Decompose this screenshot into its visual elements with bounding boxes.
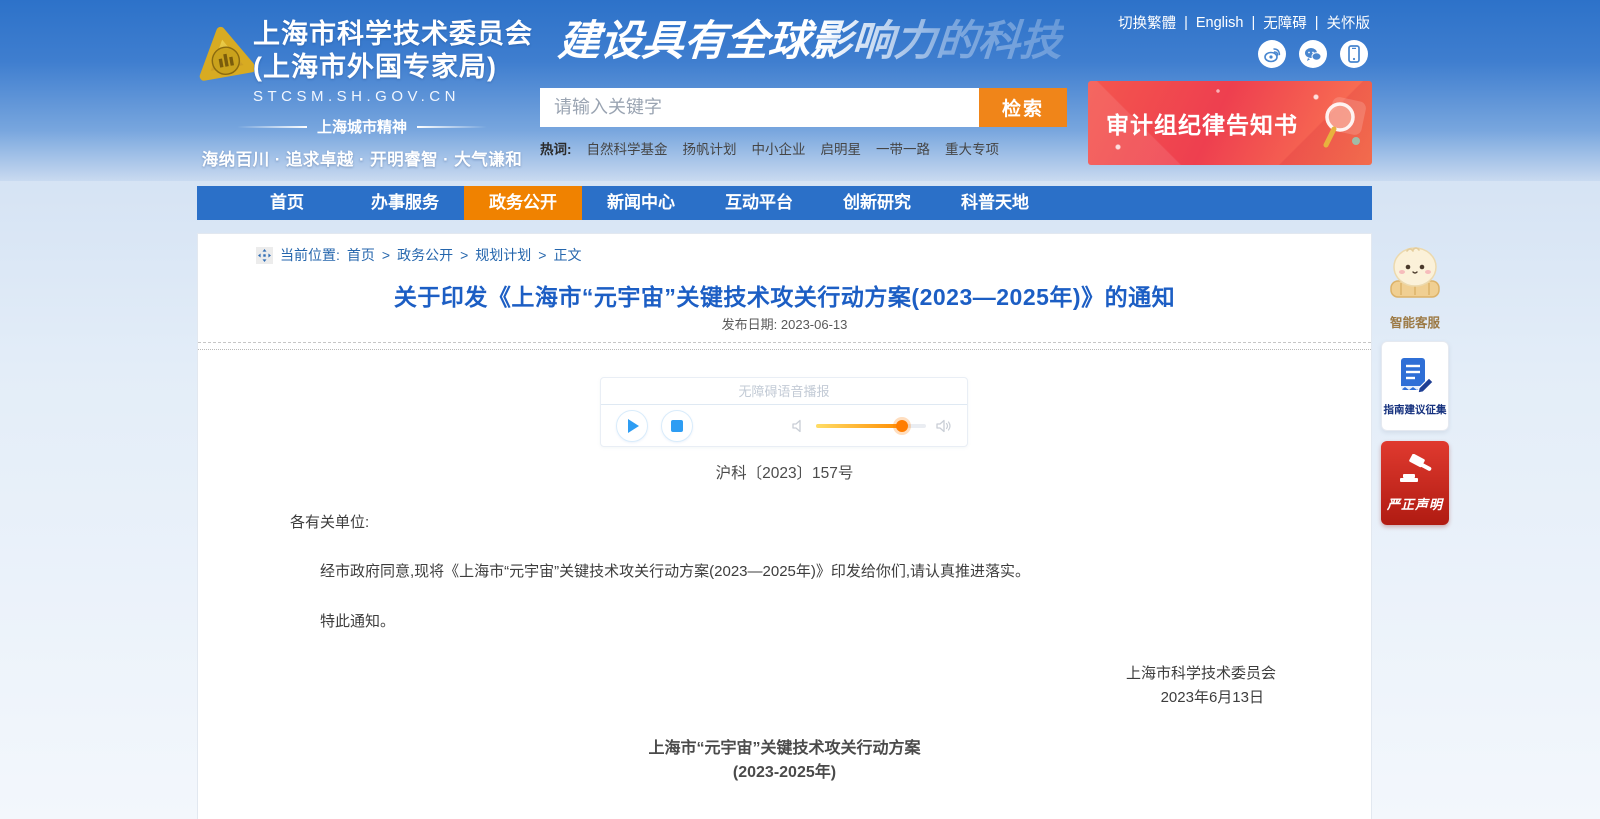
breadcrumb: 当前位置: 首页 > 政务公开 > 规划计划 > 正文 bbox=[256, 245, 581, 265]
social-icons bbox=[1258, 40, 1368, 68]
magnifier-icon bbox=[1304, 93, 1366, 155]
volume-loud-icon[interactable] bbox=[936, 419, 952, 433]
floating-sidebar: 智能客服 指南建议征集 严正声明 bbox=[1377, 243, 1453, 525]
publish-date-value: 2023-06-13 bbox=[781, 317, 848, 332]
paragraph-main: 经市政府同意,现将《上海市“元宇宙”关键技术攻关行动方案(2023—2025年)… bbox=[290, 560, 1283, 584]
site-header: 上海市科学技术委员会 (上海市外国专家局) STCSM.SH.GOV.CN 上海… bbox=[0, 0, 1600, 181]
content-panel: 当前位置: 首页 > 政务公开 > 规划计划 > 正文 关于印发《上海市“元宇宙… bbox=[197, 233, 1372, 819]
wechat-icon[interactable] bbox=[1299, 40, 1327, 68]
search-input[interactable] bbox=[540, 88, 979, 127]
breadcrumb-sep: > bbox=[538, 247, 546, 263]
separator-dotted bbox=[198, 349, 1371, 350]
smart-service-label: 智能客服 bbox=[1377, 312, 1453, 331]
org-name-line1: 上海市科学技术委员会 bbox=[253, 18, 533, 51]
hot-words-label: 热词: bbox=[540, 138, 572, 158]
play-button[interactable] bbox=[616, 410, 648, 442]
city-spirit-motto: 海纳百川 · 追求卓越 · 开明睿智 · 大气谦和 bbox=[196, 146, 528, 170]
agency-logo bbox=[196, 26, 254, 86]
breadcrumb-home[interactable]: 首页 bbox=[347, 245, 375, 265]
link-accessibility[interactable]: 无障碍 bbox=[1263, 12, 1307, 33]
publish-date-label: 发布日期: bbox=[722, 317, 778, 332]
link-care-version[interactable]: 关怀版 bbox=[1327, 12, 1371, 33]
attachment-title-line1: 上海市“元宇宙”关键技术攻关行动方案 bbox=[198, 734, 1371, 758]
nav-item-innovation[interactable]: 创新研究 bbox=[818, 186, 936, 220]
weibo-icon[interactable] bbox=[1258, 40, 1286, 68]
link-english[interactable]: English bbox=[1196, 15, 1244, 31]
solemn-statement-label: 严正声明 bbox=[1387, 494, 1443, 513]
nav-item-home[interactable]: 首页 bbox=[228, 186, 346, 220]
hot-word-3[interactable]: 中小企业 bbox=[752, 138, 806, 158]
breadcrumb-article: 正文 bbox=[553, 245, 581, 265]
calligraphy-slogan: 建设具有全球影响力的科技创新中心 bbox=[556, 12, 1065, 74]
gavel-icon bbox=[1396, 454, 1434, 488]
breadcrumb-planning[interactable]: 规划计划 bbox=[475, 245, 531, 265]
divider: | bbox=[1315, 15, 1319, 31]
signature-date: 2023年6月13日 bbox=[1161, 686, 1264, 707]
divider: | bbox=[1184, 15, 1188, 31]
mobile-icon[interactable] bbox=[1340, 40, 1368, 68]
location-move-icon bbox=[256, 247, 273, 264]
nav-item-news[interactable]: 新闻中心 bbox=[582, 186, 700, 220]
search-module: 检索 热词: 自然科学基金 扬帆计划 中小企业 启明星 一带一路 重大专项 bbox=[540, 88, 1067, 158]
separator-dashed bbox=[198, 342, 1371, 343]
volume-thumb[interactable] bbox=[896, 420, 908, 432]
rule-right bbox=[417, 126, 487, 128]
divider: | bbox=[1251, 15, 1255, 31]
nav-item-interaction[interactable]: 互动平台 bbox=[700, 186, 818, 220]
document-pen-icon bbox=[1397, 356, 1433, 396]
main-nav: 首页 办事服务 政务公开 新闻中心 互动平台 创新研究 科普天地 bbox=[197, 186, 1372, 220]
stop-button[interactable] bbox=[661, 410, 693, 442]
hot-word-5[interactable]: 一带一路 bbox=[876, 138, 930, 158]
publish-date: 发布日期: 2023-06-13 bbox=[198, 314, 1371, 333]
smart-service-widget[interactable]: 智能客服 bbox=[1377, 243, 1453, 331]
breadcrumb-gov-disclosure[interactable]: 政务公开 bbox=[397, 245, 453, 265]
audio-player-title: 无障碍语音播报 bbox=[601, 378, 967, 405]
volume-group bbox=[792, 419, 952, 433]
org-title-block: 上海市科学技术委员会 (上海市外国专家局) STCSM.SH.GOV.CN bbox=[253, 18, 533, 105]
guide-suggestion-widget[interactable]: 指南建议征集 bbox=[1381, 341, 1449, 431]
breadcrumb-label: 当前位置: bbox=[280, 245, 340, 265]
audio-player: 无障碍语音播报 bbox=[600, 377, 968, 447]
breadcrumb-sep: > bbox=[382, 247, 390, 263]
city-spirit-block: 上海城市精神 海纳百川 · 追求卓越 · 开明睿智 · 大气谦和 bbox=[196, 116, 528, 170]
hot-word-1[interactable]: 自然科学基金 bbox=[587, 138, 668, 158]
link-traditional-chinese[interactable]: 切换繁體 bbox=[1118, 12, 1176, 33]
volume-slider[interactable] bbox=[816, 424, 926, 428]
breadcrumb-sep: > bbox=[460, 247, 468, 263]
audit-notice-banner[interactable]: 审计组纪律告知书 bbox=[1088, 81, 1372, 165]
search-button[interactable]: 检索 bbox=[979, 88, 1067, 127]
banner-text: 审计组纪律告知书 bbox=[1106, 106, 1298, 140]
org-name-line2: (上海市外国专家局) bbox=[253, 51, 533, 84]
city-spirit-label-row: 上海城市精神 bbox=[196, 116, 528, 137]
audio-player-controls bbox=[601, 405, 967, 447]
hot-word-6[interactable]: 重大专项 bbox=[945, 138, 999, 158]
hot-word-4[interactable]: 启明星 bbox=[821, 138, 862, 158]
solemn-statement-widget[interactable]: 严正声明 bbox=[1381, 441, 1449, 525]
rule-left bbox=[237, 126, 307, 128]
article-title: 关于印发《上海市“元宇宙”关键技术攻关行动方案(2023—2025年)》的通知 bbox=[198, 278, 1371, 312]
volume-track-fill bbox=[816, 424, 902, 428]
nav-item-science[interactable]: 科普天地 bbox=[936, 186, 1054, 220]
document-number: 沪科〔2023〕157号 bbox=[198, 461, 1371, 483]
stop-icon bbox=[671, 420, 683, 432]
guide-suggestion-label: 指南建议征集 bbox=[1384, 402, 1447, 417]
hot-word-2[interactable]: 扬帆计划 bbox=[683, 138, 737, 158]
play-icon bbox=[628, 419, 639, 433]
top-utility-links: 切换繁體 | English | 无障碍 | 关怀版 bbox=[1118, 12, 1370, 33]
city-spirit-label: 上海城市精神 bbox=[317, 116, 407, 137]
signature-org: 上海市科学技术委员会 bbox=[1126, 662, 1276, 683]
hot-words-row: 热词: 自然科学基金 扬帆计划 中小企业 启明星 一带一路 重大专项 bbox=[540, 138, 1067, 158]
salutation: 各有关单位: bbox=[290, 511, 369, 532]
attachment-title-line2: (2023-2025年) bbox=[198, 758, 1371, 782]
volume-mute-icon[interactable] bbox=[792, 419, 806, 433]
nav-item-gov-disclosure[interactable]: 政务公开 bbox=[464, 186, 582, 220]
paragraph-notice: 特此通知。 bbox=[290, 610, 395, 631]
nav-item-services[interactable]: 办事服务 bbox=[346, 186, 464, 220]
org-domain: STCSM.SH.GOV.CN bbox=[253, 88, 533, 105]
bun-mascot-icon bbox=[1383, 243, 1447, 305]
